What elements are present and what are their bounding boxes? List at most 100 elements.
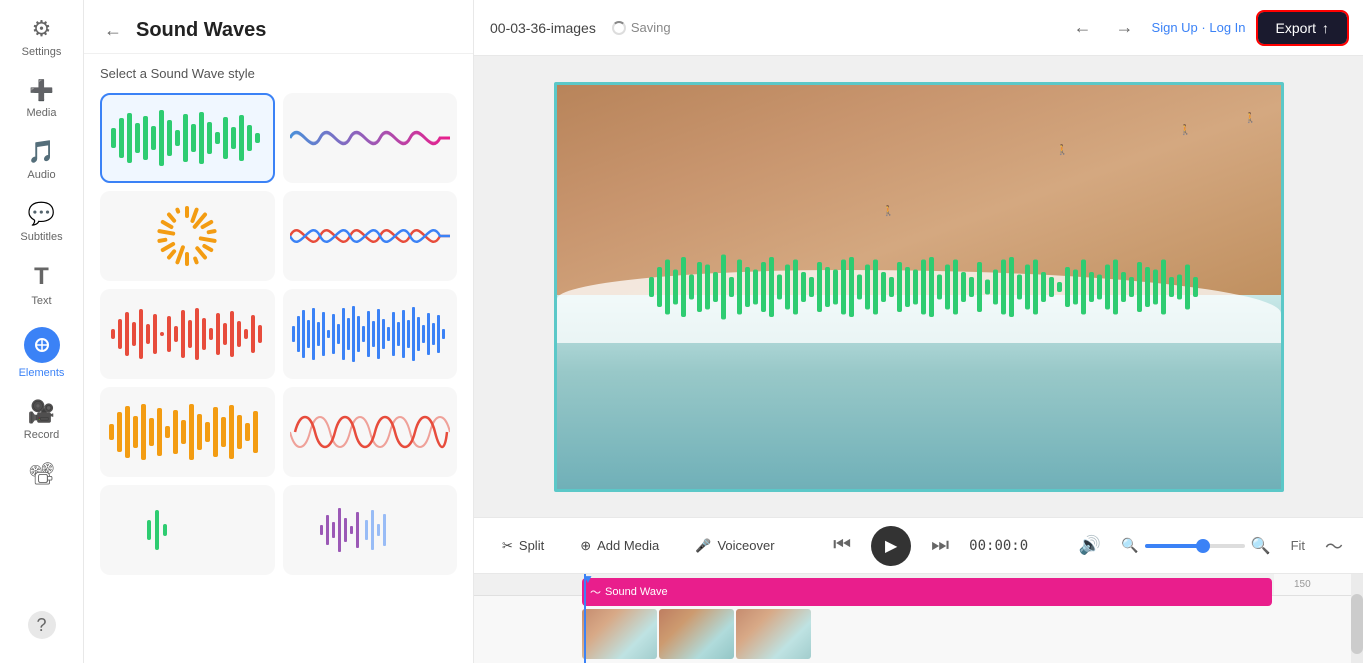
split-button[interactable]: ✂ Split [494, 532, 552, 560]
person-4: 🚶 [1244, 113, 1256, 124]
red-bars-preview [107, 304, 267, 364]
wave-style-purple-partial[interactable] [283, 485, 458, 575]
blue-bars-preview [290, 304, 450, 364]
sidebar-item-settings[interactable]: ⚙ Settings [7, 8, 77, 66]
wave-style-grid [84, 93, 473, 591]
circle-wave-preview [107, 206, 267, 266]
soundwave-track-name: Sound Wave [605, 586, 668, 598]
export-label: Export [1276, 20, 1316, 36]
elements-icon [24, 327, 60, 363]
audio-icon: 🎵 [28, 139, 55, 165]
zoom-slider[interactable] [1145, 544, 1245, 548]
track-thumb-3 [736, 609, 811, 659]
export-icon: ↑ [1322, 20, 1329, 36]
person-3: 🚶 [1179, 125, 1191, 136]
scrollbar[interactable] [1351, 574, 1363, 663]
mic-icon: 🎤 [695, 538, 711, 554]
record-icon: 🎥 [28, 399, 55, 425]
auth-separator: · [1201, 20, 1205, 35]
skip-forward-button[interactable]: ⏭ [931, 534, 949, 557]
sidebar-item-media[interactable]: ➕ Media [7, 70, 77, 127]
subtitles-icon: 💬 [28, 201, 55, 227]
sidebar-item-subtitles[interactable]: 💬 Subtitles [7, 193, 77, 251]
text-icon: T [34, 263, 49, 291]
canvas-soundwave [639, 237, 1199, 337]
playhead-line [584, 574, 586, 663]
signup-link[interactable]: Sign Up [1152, 20, 1198, 35]
wave-style-blue-bars[interactable] [283, 289, 458, 379]
track-label: 〜 Sound Wave [590, 584, 668, 600]
purple-partial-preview [290, 500, 450, 560]
playhead-indicator: ▼ [582, 573, 594, 586]
green-partial-preview [107, 500, 267, 560]
panel-header: ← Sound Waves [84, 0, 473, 54]
project-name: 00-03-36-images [490, 20, 596, 36]
split-label: Split [519, 538, 544, 553]
wave-style-gradient-smooth[interactable] [283, 93, 458, 183]
sidebar-item-help[interactable]: ? [7, 603, 77, 647]
panel-title: Sound Waves [136, 19, 266, 42]
voiceover-label: Voiceover [717, 538, 774, 553]
sound-wave-track[interactable]: 〜 Sound Wave [582, 578, 1272, 606]
scissors-icon: ✂ [502, 538, 513, 554]
scrollbar-thumb[interactable] [1351, 594, 1363, 654]
video-icon: 📽 [28, 461, 56, 487]
export-button[interactable]: Export ↑ [1258, 12, 1347, 44]
zoom-in-icon[interactable]: 🔍 [1251, 536, 1271, 556]
sound-waves-panel: ← Sound Waves Select a Sound Wave style [84, 0, 474, 663]
panel-subtitle: Select a Sound Wave style [84, 54, 473, 93]
wave-style-red-bars[interactable] [100, 289, 275, 379]
preview-canvas: 🚶 🚶 🚶 🚶 [554, 82, 1284, 492]
auth-links: Sign Up · Log In [1152, 20, 1246, 35]
soundwave-track-icon: 〜 [590, 584, 601, 600]
wave-style-orange-bars[interactable] [100, 387, 275, 477]
settings-icon: ⚙ [32, 16, 52, 42]
play-button[interactable]: ▶ [871, 526, 911, 566]
gradient-smooth-preview [290, 108, 450, 168]
sidebar-item-video[interactable]: 📽 [7, 453, 77, 499]
wave-style-circle[interactable] [100, 191, 275, 281]
ruler-mark-150: 150 [1294, 579, 1311, 590]
redo-button[interactable]: → [1110, 11, 1140, 44]
topbar: 00-03-36-images Saving ← → Sign Up · Log… [474, 0, 1363, 56]
zoom-out-icon[interactable]: 🔍 [1121, 537, 1138, 554]
login-link[interactable]: Log In [1209, 20, 1245, 35]
person-2: 🚶 [1056, 145, 1068, 156]
image-track [582, 609, 811, 659]
timeline: ▼ 30 60 90 120 150 160 210 〜 Sound Wave [474, 573, 1363, 663]
saving-text: Saving [631, 20, 671, 35]
wave-style-sine[interactable] [283, 191, 458, 281]
sidebar-item-audio[interactable]: 🎵 Audio [7, 131, 77, 189]
help-icon: ? [28, 611, 56, 639]
wave-style-red-loops[interactable] [283, 387, 458, 477]
back-button[interactable]: ← [100, 16, 126, 45]
wave-style-green-bars[interactable] [100, 93, 275, 183]
preview-area: 🚶 🚶 🚶 🚶 [474, 56, 1363, 517]
media-icon: ➕ [29, 78, 54, 103]
green-bars-preview [107, 108, 267, 168]
volume-icon[interactable]: 🔊 [1079, 535, 1101, 556]
wave-style-green-partial[interactable] [100, 485, 275, 575]
sidebar-item-text[interactable]: T Text [7, 255, 77, 315]
sine-wave-preview [290, 206, 450, 266]
volume-area: 🔊 [1079, 535, 1101, 556]
undo-button[interactable]: ← [1068, 11, 1098, 44]
orange-bars-preview [107, 402, 267, 462]
track-thumb-2 [659, 609, 734, 659]
add-media-label: Add Media [597, 538, 659, 553]
voiceover-button[interactable]: 🎤 Voiceover [687, 532, 782, 560]
person-1: 🚶 [882, 206, 894, 217]
red-loops-preview [290, 402, 450, 462]
track-thumb-1 [582, 609, 657, 659]
main-area: 00-03-36-images Saving ← → Sign Up · Log… [474, 0, 1363, 663]
time-display: 00:00:0 [969, 538, 1028, 554]
sidebar: ⚙ Settings ➕ Media 🎵 Audio 💬 Subtitles T… [0, 0, 84, 663]
add-media-button[interactable]: ⊕ Add Media [572, 532, 667, 560]
zoom-area: 🔍 🔍 [1121, 536, 1270, 556]
soundwave-visualization [639, 237, 1199, 337]
skip-back-button[interactable]: ⏮ [833, 534, 851, 557]
sidebar-item-elements[interactable]: Elements [7, 319, 77, 387]
plus-circle-icon: ⊕ [580, 538, 591, 554]
sidebar-item-record[interactable]: 🎥 Record [7, 391, 77, 449]
waveform-icon[interactable]: 〜 [1325, 533, 1343, 559]
